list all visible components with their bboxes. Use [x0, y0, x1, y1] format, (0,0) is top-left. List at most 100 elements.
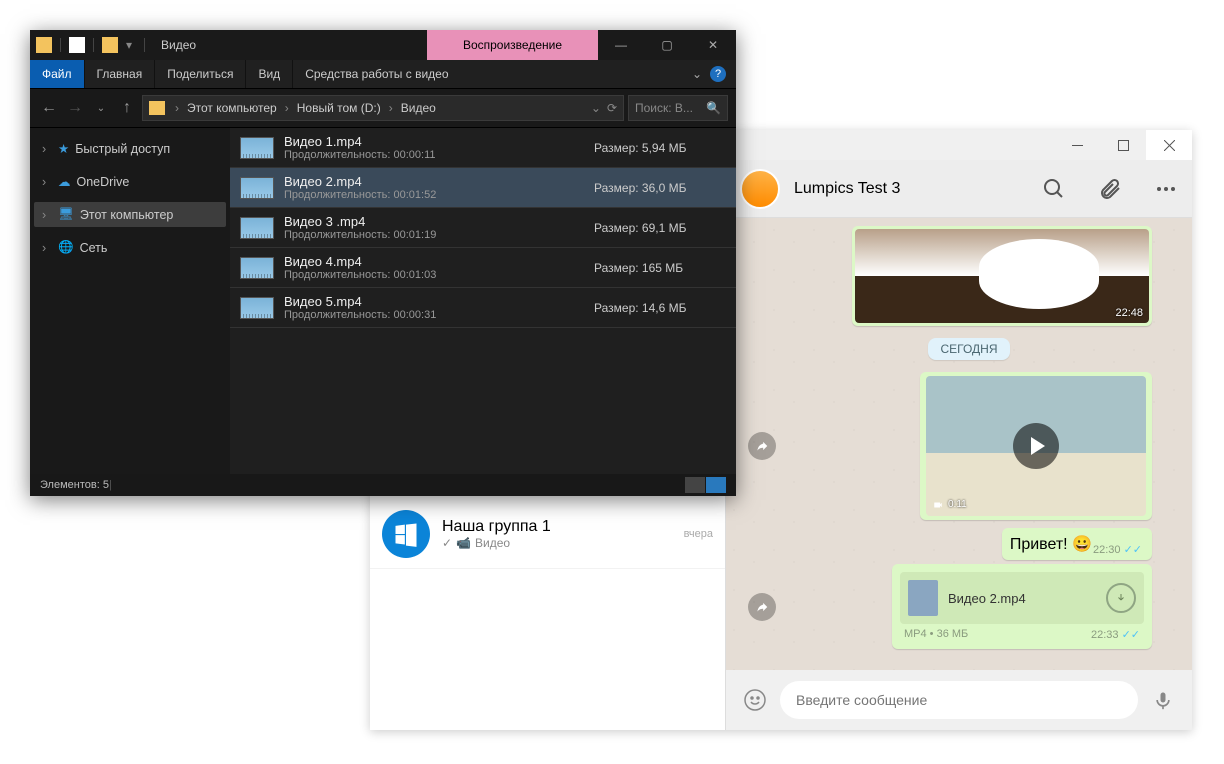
download-button[interactable]	[1106, 583, 1136, 613]
nav-back-button[interactable]: ←	[38, 97, 60, 119]
fe-status-bar: Элементов: 5 |	[30, 474, 736, 496]
chat-time: вчера	[684, 528, 713, 540]
tree-onedrive[interactable]: ›☁OneDrive	[34, 169, 226, 194]
view-tiles-button[interactable]	[706, 477, 726, 493]
file-row[interactable]: Видео 2.mp4 Продолжительность: 00:01:52 …	[230, 168, 736, 208]
group-avatar	[382, 510, 430, 558]
fe-qat: ▾	[30, 37, 155, 53]
file-row[interactable]: Видео 4.mp4 Продолжительность: 00:01:03 …	[230, 248, 736, 288]
wa-main-panel: Lumpics Test 3 22:48 СЕГОДНЯ	[726, 160, 1192, 730]
message-input[interactable]	[780, 681, 1138, 719]
address-dropdown-icon[interactable]: ⌄	[591, 101, 601, 115]
video-thumb-icon	[240, 217, 274, 239]
view-details-button[interactable]	[685, 477, 705, 493]
mic-icon	[1153, 688, 1173, 712]
folder-icon[interactable]	[36, 37, 52, 53]
video-thumb-icon	[240, 177, 274, 199]
tree-this-pc[interactable]: ›🖥Этот компьютер	[34, 202, 226, 227]
forward-button[interactable]	[748, 593, 776, 621]
video-thumb-icon	[240, 297, 274, 319]
file-row[interactable]: Видео 5.mp4 Продолжительность: 00:00:31 …	[230, 288, 736, 328]
nav-forward-button[interactable]: →	[64, 97, 86, 119]
coffee-image: 22:48	[855, 229, 1149, 323]
wa-minimize-button[interactable]	[1054, 130, 1100, 160]
search-icon[interactable]: 🔍	[706, 101, 721, 115]
file-explorer-window: ▾ Видео Воспроизведение — ▢ ✕ Файл Главн…	[30, 30, 736, 496]
chat-title: Наша группа 1	[442, 518, 672, 536]
folder-icon[interactable]	[102, 37, 118, 53]
refresh-icon[interactable]: ⟳	[607, 101, 617, 115]
fe-titlebar[interactable]: ▾ Видео Воспроизведение — ▢ ✕	[30, 30, 736, 60]
video-thumb-icon	[240, 137, 274, 159]
wa-compose-bar	[726, 670, 1192, 730]
ribbon-video-tools[interactable]: Средства работы с видео	[293, 60, 460, 88]
ribbon-home[interactable]: Главная	[85, 60, 156, 88]
message-meta: 22:30 ✓✓	[1093, 541, 1146, 556]
video-length: 0:11	[932, 499, 967, 510]
file-size: Размер: 36,0 МБ	[594, 181, 686, 195]
play-icon[interactable]	[1013, 423, 1059, 469]
search-icon[interactable]	[1042, 177, 1066, 201]
message-video[interactable]: 0:11	[920, 372, 1152, 520]
mic-button[interactable]	[1148, 685, 1178, 715]
chat-info: Наша группа 1 ✓ 📹 Видео	[442, 518, 672, 550]
breadcrumb-item[interactable]: Новый том (D:)	[297, 101, 381, 115]
read-ticks-icon: ✓✓	[1124, 543, 1142, 556]
fe-maximize-button[interactable]: ▢	[644, 30, 690, 60]
fe-nav-tree[interactable]: ›★Быстрый доступ ›☁OneDrive ›🖥Этот компь…	[30, 128, 230, 474]
file-duration: Продолжительность: 00:01:03	[284, 269, 584, 281]
nav-up-button[interactable]: ↑	[116, 97, 138, 119]
contact-name[interactable]: Lumpics Test 3	[794, 180, 1010, 198]
forward-button[interactable]	[748, 432, 776, 460]
attach-icon[interactable]	[1098, 177, 1122, 201]
message-file[interactable]: Видео 2.mp4 MP4 • 36 МБ 22:33 ✓✓	[892, 564, 1152, 649]
file-name: Видео 1.mp4	[284, 134, 584, 149]
fe-navbar: ← → ⌄ ↑ › Этот компьютер › Новый том (D:…	[30, 88, 736, 128]
nav-recent-button[interactable]: ⌄	[90, 97, 112, 119]
fe-minimize-button[interactable]: —	[598, 30, 644, 60]
contact-avatar[interactable]	[740, 169, 780, 209]
message-text[interactable]: Привет! 😀 22:30 ✓✓	[1002, 528, 1152, 560]
file-name: Видео 3 .mp4	[284, 214, 584, 229]
breadcrumb-item[interactable]: Этот компьютер	[187, 101, 277, 115]
message-image[interactable]: 22:48	[852, 226, 1152, 326]
wa-messages-area[interactable]: 22:48 СЕГОДНЯ 0:11 Привет! 😀	[726, 218, 1192, 670]
search-box[interactable]: Поиск: В... 🔍	[628, 95, 728, 121]
fe-close-button[interactable]: ✕	[690, 30, 736, 60]
file-size: Размер: 14,6 МБ	[594, 301, 686, 315]
menu-dots-icon[interactable]	[1154, 177, 1178, 201]
ribbon-view[interactable]: Вид	[246, 60, 293, 88]
check-icon: ✓	[442, 536, 452, 550]
cloud-icon: ☁	[58, 174, 71, 189]
ribbon-file[interactable]: Файл	[30, 60, 85, 88]
ribbon-share[interactable]: Поделиться	[155, 60, 246, 88]
file-name: Видео 5.mp4	[284, 294, 584, 309]
video-icon: 📹	[456, 536, 471, 550]
address-bar[interactable]: › Этот компьютер › Новый том (D:) › Виде…	[142, 95, 624, 121]
file-list[interactable]: Видео 1.mp4 Продолжительность: 00:00:11 …	[230, 128, 736, 474]
wa-maximize-button[interactable]	[1100, 130, 1146, 160]
tree-network[interactable]: ›🌐Сеть	[34, 235, 226, 260]
contextual-tab-play[interactable]: Воспроизведение	[427, 30, 598, 60]
wa-chat-list-item[interactable]: Наша группа 1 ✓ 📹 Видео вчера	[370, 500, 725, 569]
file-row[interactable]: Видео 3 .mp4 Продолжительность: 00:01:19…	[230, 208, 736, 248]
video-thumb-icon	[240, 257, 274, 279]
file-row[interactable]: Видео 1.mp4 Продолжительность: 00:00:11 …	[230, 128, 736, 168]
wa-chat-header: Lumpics Test 3	[726, 160, 1192, 218]
file-name: Видео 2.mp4	[284, 174, 584, 189]
file-name: Видео 4.mp4	[284, 254, 584, 269]
videocam-icon	[932, 500, 944, 510]
expand-ribbon-icon[interactable]: ⌄	[692, 67, 702, 81]
tree-quick-access[interactable]: ›★Быстрый доступ	[34, 136, 226, 161]
emoji-button[interactable]	[740, 685, 770, 715]
help-icon[interactable]: ?	[710, 66, 726, 82]
chat-subtitle: ✓ 📹 Видео	[442, 536, 672, 550]
message-text-content: Привет! 😀	[1010, 536, 1092, 553]
file-size: Размер: 5,94 МБ	[594, 141, 686, 155]
properties-icon[interactable]	[69, 37, 85, 53]
breadcrumb-item[interactable]: Видео	[401, 101, 436, 115]
wa-close-button[interactable]	[1146, 130, 1192, 160]
file-duration: Продолжительность: 00:00:11	[284, 149, 584, 161]
network-icon: 🌐	[58, 240, 74, 255]
video-thumbnail[interactable]: 0:11	[926, 376, 1146, 516]
